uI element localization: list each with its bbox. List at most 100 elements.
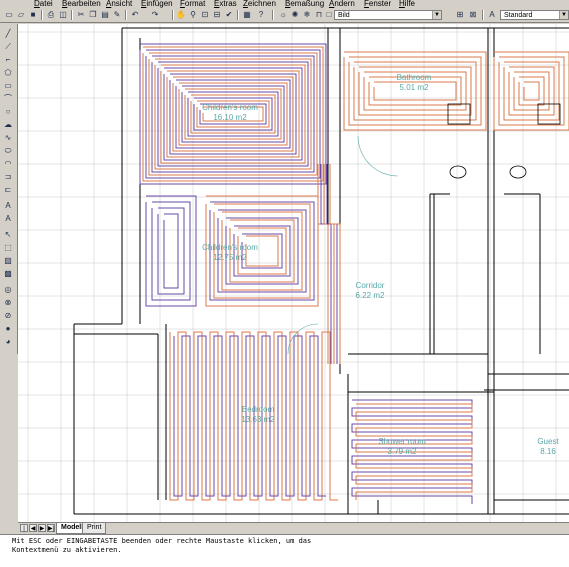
room-area-label: 5.01 m2 — [400, 83, 429, 92]
text-style-icon[interactable]: A — [487, 10, 497, 20]
freeze-icon[interactable]: ❄ — [302, 10, 312, 20]
floor-plan: Children's room16.10 m2Children's room12… — [18, 24, 569, 522]
menu-ansicht[interactable]: Ansicht — [106, 0, 132, 8]
osnap-icon[interactable]: ⊗ — [2, 297, 14, 308]
preview-icon[interactable]: ◫ — [58, 10, 68, 20]
menu-datei[interactable]: Datei — [34, 0, 53, 8]
ellipse-arc-icon[interactable]: ◠ — [2, 158, 14, 169]
menu-zeichnen[interactable]: Zeichnen — [243, 0, 276, 8]
chevron-down-icon[interactable]: ▼ — [432, 11, 441, 19]
help-icon[interactable]: ? — [256, 10, 266, 20]
menu-einfuegen[interactable]: Einfügen — [141, 0, 173, 8]
cut-icon[interactable]: ✂ — [76, 10, 86, 20]
sink-fixture — [447, 103, 471, 125]
hatch-icon[interactable]: ▨ — [2, 255, 14, 266]
select-window-icon[interactable]: ⬚ — [2, 242, 14, 253]
revision-cloud-icon[interactable]: ☁ — [2, 119, 14, 130]
layer-manager-icon[interactable]: ⊠ — [468, 10, 478, 20]
door-swing — [357, 135, 399, 177]
toolbar-separator — [71, 10, 73, 20]
render-icon[interactable]: ● — [2, 323, 14, 334]
chevron-down-icon[interactable]: ▼ — [559, 11, 568, 19]
heating-loop — [145, 195, 197, 307]
layer-previous-icon[interactable]: ⊞ — [455, 10, 465, 20]
paste-icon[interactable]: ▤ — [100, 10, 110, 20]
command-line[interactable]: Mit ESC oder EINGABETASTE beenden oder r… — [0, 534, 569, 567]
menu-format[interactable]: Format — [180, 0, 205, 8]
menu-aendern[interactable]: Ändern — [329, 0, 355, 8]
room-name-label: Children's room — [202, 103, 258, 112]
menu-bearbeiten[interactable]: Bearbeiten — [62, 0, 101, 8]
print-icon[interactable]: ⎙ — [46, 10, 56, 20]
line-icon[interactable]: ╱ — [2, 28, 14, 39]
layout-tabs: |◀ ◀ ▶ ▶| Modell Print — [18, 522, 569, 540]
multiline-text-icon[interactable]: A — [2, 200, 14, 211]
design-center-icon[interactable]: ▦ — [242, 10, 252, 20]
open-file-icon[interactable]: ▱ — [16, 10, 26, 20]
toilet-fixture — [509, 165, 527, 179]
room-name-label: Children's room — [202, 243, 258, 252]
toolbar-separator — [172, 10, 174, 20]
command-history-line: Kontextmenü zu aktivieren. — [12, 546, 122, 554]
tab-last-icon[interactable]: ▶| — [47, 524, 55, 532]
insert-block-icon[interactable]: ⊐ — [2, 171, 14, 182]
toolbar-separator — [237, 10, 239, 20]
snap-icon[interactable]: ◎ — [2, 284, 14, 295]
sun-icon[interactable]: ✺ — [290, 10, 300, 20]
zoom-previous-icon[interactable]: ⊟ — [212, 10, 222, 20]
layer-dropdown[interactable]: Bild ▼ — [334, 10, 442, 20]
rectangle-icon[interactable]: ▭ — [2, 80, 14, 91]
circle-icon[interactable]: ○ — [2, 106, 14, 117]
redo-icon[interactable]: ↷ — [150, 10, 160, 20]
polar-icon[interactable]: ⊘ — [2, 310, 14, 321]
room-name-label: Bedroom — [242, 405, 275, 414]
color-square-icon[interactable]: □ — [324, 10, 334, 20]
text-icon[interactable]: A — [2, 213, 14, 224]
room-area-label: 13.63 m2 — [241, 415, 275, 424]
room-name-label: Bathroom — [397, 73, 432, 82]
arc-icon[interactable]: ⌒ — [2, 93, 14, 104]
room-name-label: Corridor — [356, 281, 385, 290]
room-area-label: 12.75 m2 — [213, 253, 247, 262]
select-icon[interactable]: ↖ — [2, 229, 14, 240]
tab-first-icon[interactable]: |◀ — [20, 524, 28, 540]
match-properties-icon[interactable]: ✎ — [112, 10, 122, 20]
text-style-dropdown[interactable]: Standard ▼ — [500, 10, 569, 20]
properties-icon[interactable]: ✔ — [224, 10, 234, 20]
tab-next-icon[interactable]: ▶ — [38, 524, 46, 532]
polyline-icon[interactable]: ⌐ — [2, 54, 14, 65]
save-icon[interactable]: ■ — [28, 10, 38, 20]
room-name-label: Shower room — [378, 437, 426, 446]
undo-icon[interactable]: ↶ — [130, 10, 140, 20]
region-icon[interactable]: ▩ — [2, 268, 14, 279]
room-area-label: 6.22 m2 — [356, 291, 385, 300]
material-icon[interactable]: ◕ — [2, 336, 14, 347]
polygon-icon[interactable]: ⬠ — [2, 67, 14, 78]
pan-icon[interactable]: ✋ — [176, 10, 186, 20]
supply-pipe — [323, 164, 335, 364]
tab-prev-icon[interactable]: ◀ — [29, 524, 37, 532]
make-block-icon[interactable]: ⊏ — [2, 184, 14, 195]
layer-dropdown-value: Bild — [338, 12, 350, 19]
room-name-label: Guest — [537, 437, 559, 446]
construction-line-icon[interactable]: ⟋ — [2, 41, 14, 52]
zoom-realtime-icon[interactable]: ⚲ — [188, 10, 198, 20]
new-file-icon[interactable]: ▭ — [4, 10, 14, 20]
toolbar-separator — [125, 10, 127, 20]
lightbulb-icon[interactable]: ☼ — [278, 10, 288, 20]
drawing-canvas[interactable]: Children's room 16.10 m2 Children's room 12… — [18, 24, 569, 522]
copy-icon[interactable]: ❐ — [88, 10, 98, 20]
heating-loop — [493, 51, 569, 131]
tab-print[interactable]: Print — [82, 523, 107, 534]
lock-icon[interactable]: ⊓ — [314, 10, 324, 20]
menu-fenster[interactable]: Fenster — [364, 0, 391, 8]
command-history-line: Mit ESC oder EINGABETASTE beenden oder r… — [12, 537, 312, 545]
zoom-window-icon[interactable]: ⊡ — [200, 10, 210, 20]
menu-bemassung[interactable]: Bemaßung — [285, 0, 324, 8]
room-area-label: 3.79 m2 — [388, 447, 417, 456]
menu-extras[interactable]: Extras — [214, 0, 237, 8]
spline-icon[interactable]: ∿ — [2, 132, 14, 143]
ellipse-icon[interactable]: ⬭ — [2, 145, 14, 156]
menu-hilfe[interactable]: Hilfe — [399, 0, 415, 8]
toolbar-separator — [482, 10, 484, 20]
